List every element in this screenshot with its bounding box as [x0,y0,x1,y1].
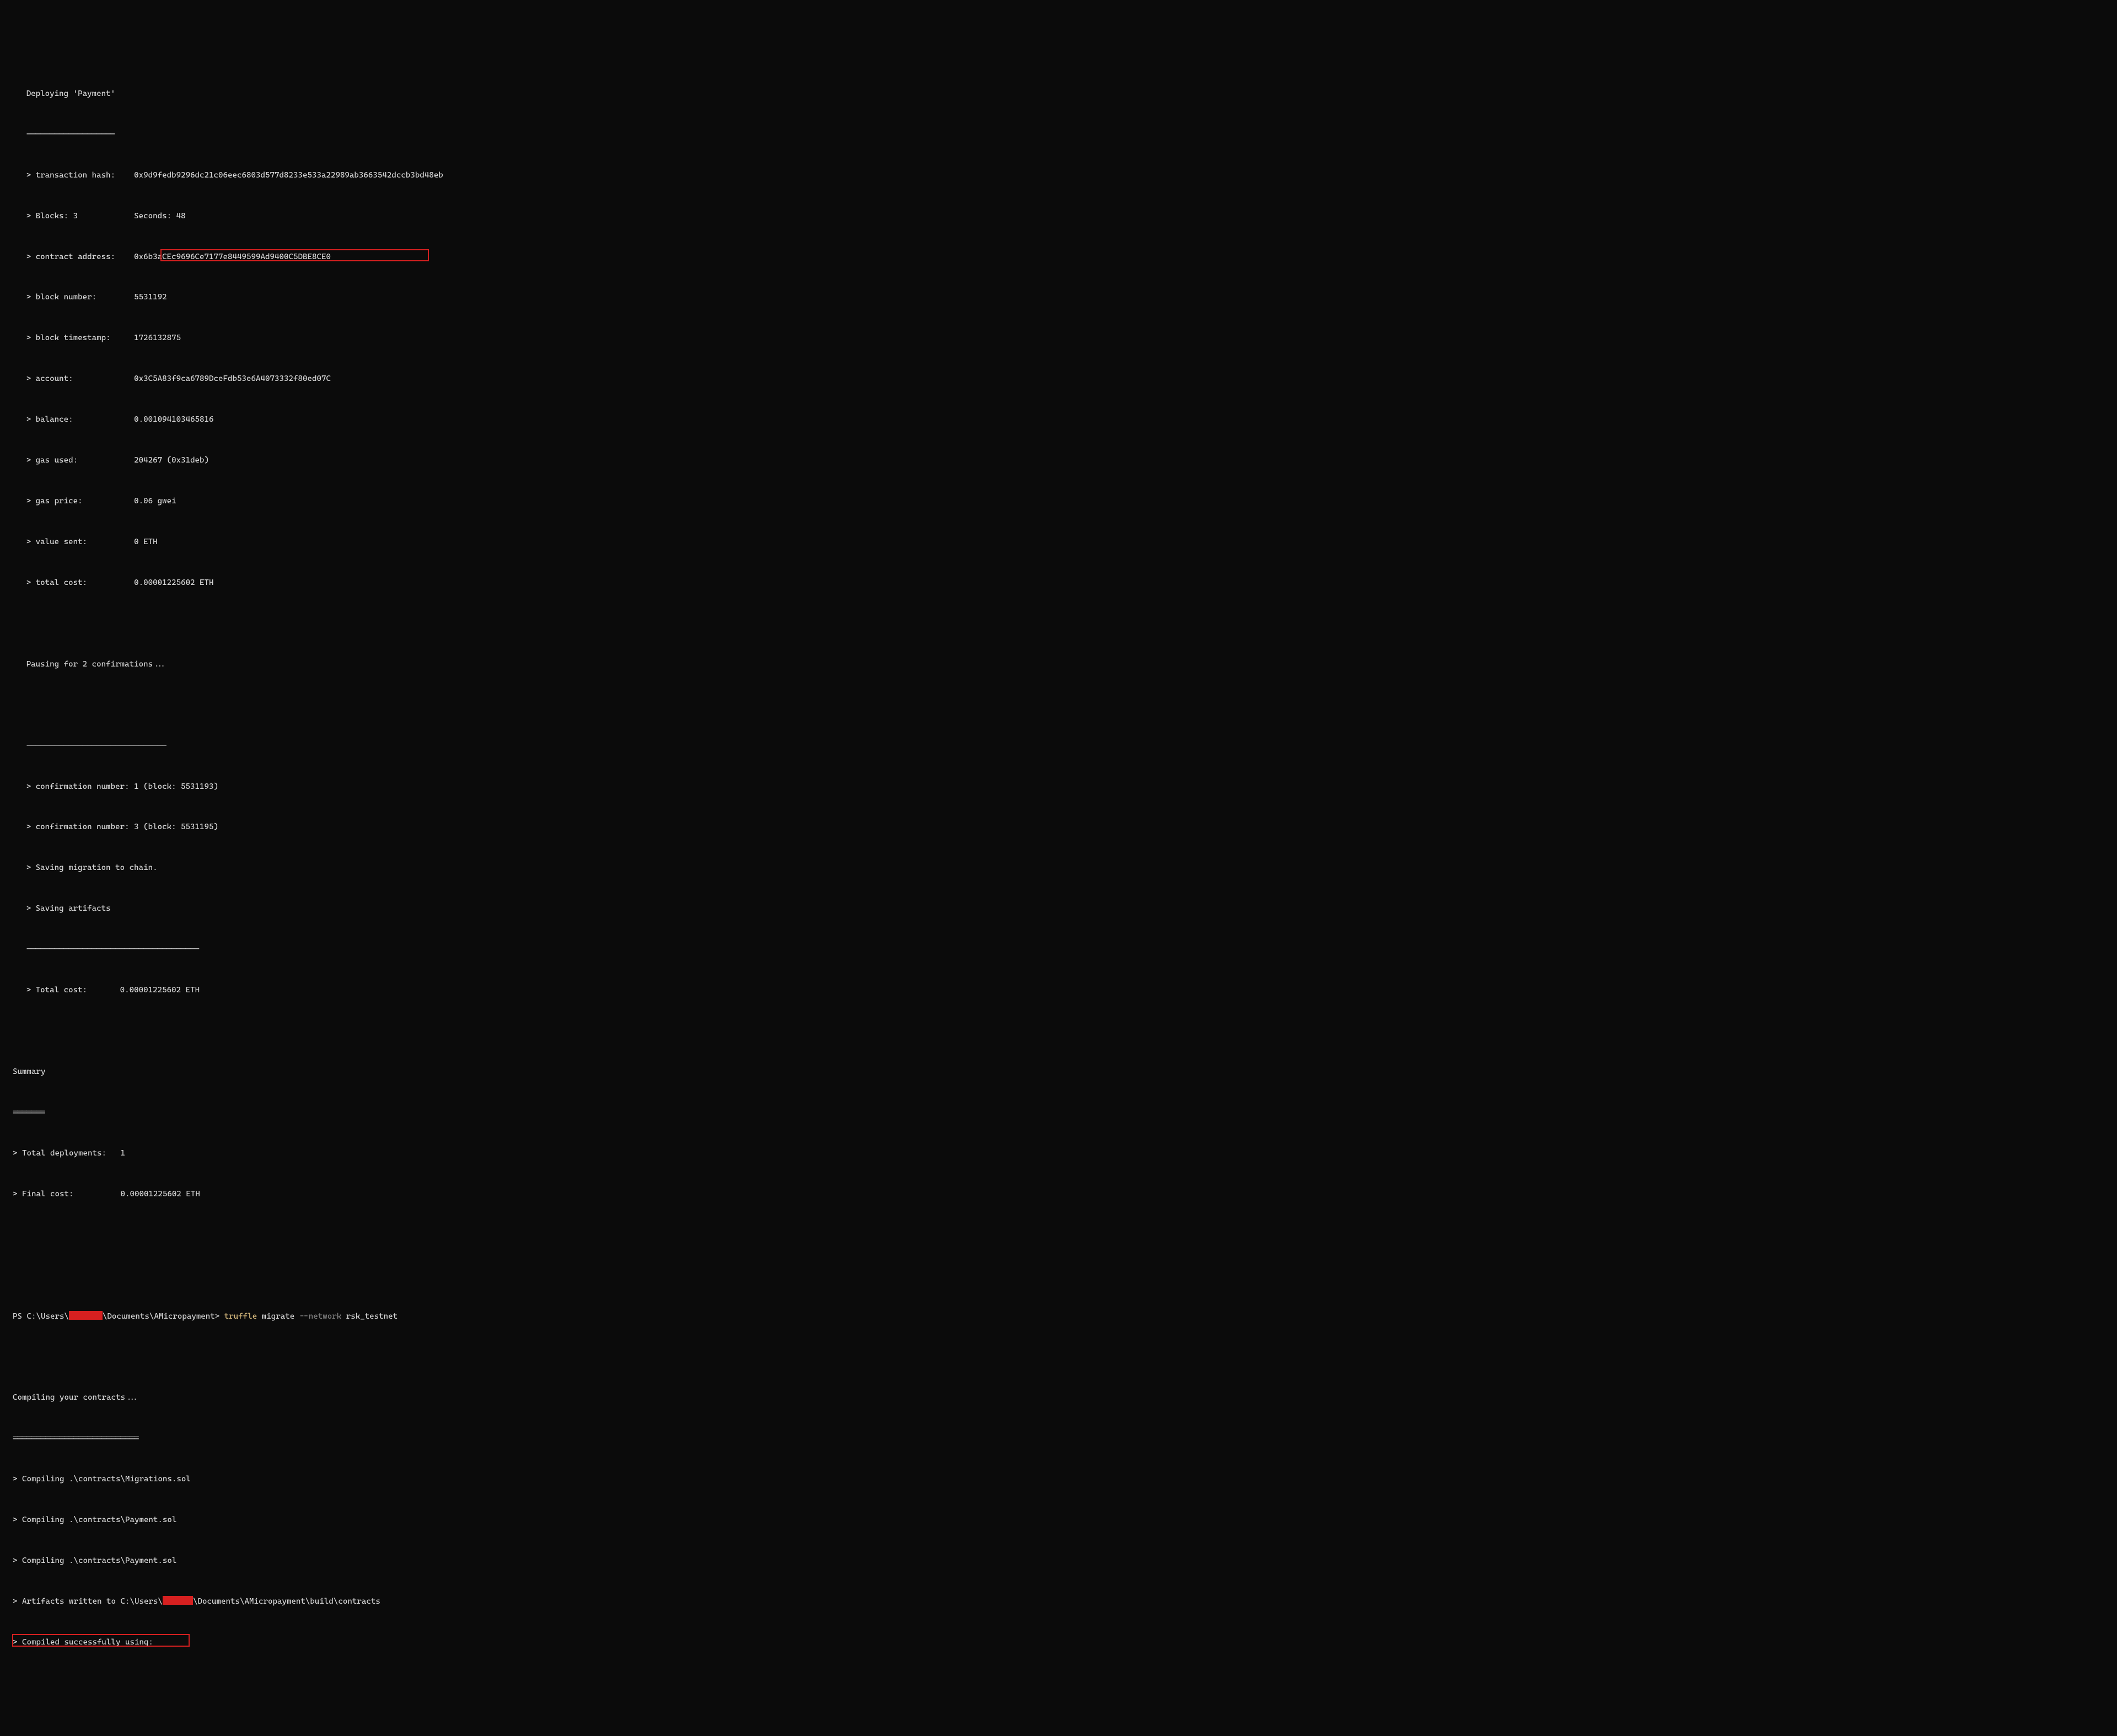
label: > transaction hash: [26,171,115,180]
value: 0.06 gwei [134,497,176,506]
value: 5531192 [134,293,166,302]
value: Seconds: 48 [134,212,185,221]
label: > total cost: [26,578,87,587]
saving-artifacts: > Saving artifacts [6,902,2111,916]
value: 0x9d9fedb9296dc21c06eec6803d577d8233e533… [134,171,443,180]
deploy-header-underline: ------------------- [6,128,2111,142]
label: > Blocks: 3 [26,212,78,221]
dash-line-2: ------------------------------------- [6,943,2111,956]
value: 0.00001225602 ETH [134,578,213,587]
deploy-tx-hash: > transaction hash: 0x9d9fedb9296dc21c06… [6,169,2111,182]
summary-underline: ======= [6,1106,2111,1120]
artifacts-written: > Artifacts written to C:\Users\\Documen… [6,1595,2111,1609]
deploy-value-sent: > value sent: 0 ETH [6,535,2111,549]
summary-header: Summary [6,1065,2111,1079]
deploy-contract-address: > contract address: 0x6b3aCEc9696Ce7177e… [6,250,2111,264]
label: > contract address: [26,252,115,261]
value: 204267 (0x31deb) [134,456,209,465]
compiled-successfully: > Compiled successfully using: [6,1636,2111,1649]
label: > gas price: [26,497,83,506]
confirmation-2: > confirmation number: 3 (block: 5531195… [6,820,2111,834]
label: > value sent: [26,538,87,546]
compile-line: > Compiling .\contracts\Payment.sol [6,1554,2111,1568]
label: > block number: [26,293,96,302]
value: 0.001094103465816 [134,415,213,424]
label: > gas used: [26,456,78,465]
value: 0.00001225602 ETH [120,986,200,995]
terminal-output[interactable]: Deploying 'Payment' ------------------- … [6,60,2111,1663]
prompt-path: \Documents\AMicropayment> [103,1312,224,1321]
compile-line: > Compiling .\contracts\Payment.sol [6,1513,2111,1527]
compiling-header: Compiling your contracts... [6,1391,2111,1405]
label: > block timestamp: [26,334,111,342]
value: 0x6b3aCEc9696Ce7177e8449599Ad9400C5DBE8C… [134,252,331,261]
command-migrate: migrate [262,1312,299,1321]
label: > Total cost: [26,986,87,995]
prompt-line[interactable]: PS C:\Users\ \Documents\AMicropayment> tr… [6,1310,2111,1324]
pausing-confirmations: Pausing for 2 confirmations... [6,658,2111,671]
deploy-balance: > balance: 0.001094103465816 [6,413,2111,427]
migration-total-cost: > Total cost: 0.00001225602 ETH [6,983,2111,997]
dash-line: ------------------------------ [6,739,2111,753]
label: > account: [26,374,73,383]
deploy-gas-price: > gas price: 0.06 gwei [6,495,2111,508]
deploy-blocks-seconds: > Blocks: 3 Seconds: 48 [6,209,2111,223]
deploy-account: > account: 0x3C5A83f9ca6789DceFdb53e6A40… [6,372,2111,386]
command-flag: --network [299,1312,341,1321]
compiling-underline: =========================== [6,1432,2111,1445]
deploy-block-timestamp: > block timestamp: 1726132875 [6,331,2111,345]
summary-deployments: > Total deployments: 1 [6,1147,2111,1160]
label: > balance: [26,415,73,424]
summary-final-cost: > Final cost: 0.00001225602 ETH [6,1187,2111,1201]
saving-migration: > Saving migration to chain. [6,861,2111,875]
redacted-username [69,1311,103,1320]
value: 0x3C5A83f9ca6789DceFdb53e6A4073332f80ed0… [134,374,331,383]
deploy-total-cost: > total cost: 0.00001225602 ETH [6,576,2111,590]
deploy-block-number: > block number: 5531192 [6,291,2111,304]
deploy-gas-used: > gas used: 204267 (0x31deb) [6,454,2111,467]
compile-line: > Compiling .\contracts\Migrations.sol [6,1472,2111,1486]
redacted-username [163,1596,193,1605]
deploy-header: Deploying 'Payment' [6,87,2111,101]
value: 0 ETH [134,538,157,546]
confirmation-1: > confirmation number: 1 (block: 5531193… [6,780,2111,794]
prompt-prefix: PS C:\Users\ [13,1312,69,1321]
command-truffle: truffle [224,1312,262,1321]
command-arg: rsk_testnet [341,1312,397,1321]
value: 1726132875 [134,334,181,342]
